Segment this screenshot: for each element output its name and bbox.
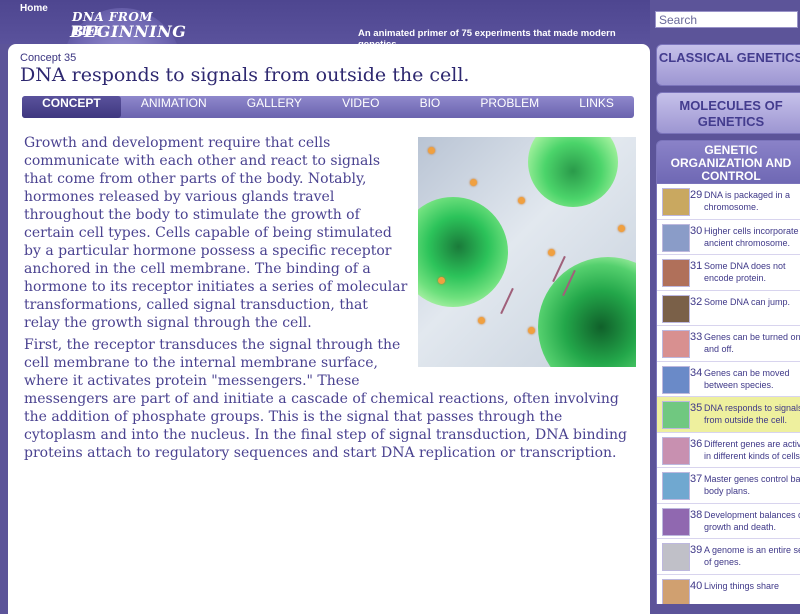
concept-number: 32 [690, 295, 703, 308]
concept-body: Growth and development require that cell… [24, 134, 636, 466]
concept-number: 35 [690, 402, 703, 414]
hormone-dot [548, 249, 555, 256]
logo-text-main: BEGINNING [70, 22, 187, 41]
hormone-dot [518, 197, 525, 204]
concept-title: Genes can be moved between species. [704, 367, 790, 390]
concept-title: DNA is packaged in a chromosome. [704, 190, 791, 212]
hormone-dot [618, 225, 625, 232]
concept-thumbnail [662, 472, 690, 500]
home-link[interactable]: Home [20, 3, 48, 14]
hormone-dot [470, 179, 477, 186]
hormone-dot [478, 317, 485, 324]
concept-number: 38 [690, 508, 703, 521]
concept-thumbnail [662, 259, 690, 287]
cell-graphic [418, 197, 508, 307]
section-tabs: CONCEPT ANIMATION GALLERY VIDEO BIO PROB… [22, 96, 634, 118]
tab-bio[interactable]: BIO [400, 96, 461, 118]
concept-title: Development balances cell growth and dea… [704, 509, 800, 532]
concept-list-item[interactable]: 31 Some DNA does not encode protein. [657, 255, 800, 291]
concept-title: A genome is an entire set of genes. [704, 545, 800, 567]
concept-number: 36 [690, 437, 703, 450]
receptor-graphic [500, 287, 514, 315]
concept-title: Master genes control basic body plans. [704, 474, 800, 496]
concept-number: 40 [690, 579, 703, 592]
concept-number: 31 [690, 260, 703, 272]
concept-thumbnail [662, 436, 690, 465]
site-header: Home DNA FROM THE BEGINNING An animated … [0, 0, 650, 78]
concept-number: 37 [690, 473, 703, 485]
concept-thumbnail [662, 401, 690, 429]
page-title: DNA responds to signals from outside the… [20, 64, 470, 86]
concept-thumbnail [662, 294, 690, 323]
concept-title: Some DNA can jump. [704, 296, 791, 307]
concept-list-item[interactable]: 35 DNA responds to signals from outside t… [657, 397, 800, 433]
hormone-dot [528, 327, 535, 334]
concept-title: Living things share [704, 580, 780, 591]
section-classical-genetics[interactable]: Classical Genetics [656, 44, 800, 86]
concept-title: Some DNA does not encode protein. [704, 261, 786, 283]
concept-list-item[interactable]: 38Development balances cell growth and d… [657, 504, 800, 539]
concept-list-item[interactable]: 32 Some DNA can jump. [657, 291, 800, 326]
concept-thumbnail [662, 365, 690, 394]
concept-list: 29 DNA is packaged in a chromosome. 30 High… [656, 184, 800, 604]
tab-problem[interactable]: PROBLEM [460, 96, 559, 118]
concept-list-item[interactable]: 34 Genes can be moved between species. [657, 362, 800, 397]
cell-graphic [528, 137, 618, 207]
concept-number: Concept 35 [20, 52, 77, 64]
concept-list-item[interactable]: 30Higher cells incorporate an ancient ch… [657, 220, 800, 255]
concept-thumbnail [662, 223, 690, 252]
concept-thumbnail [662, 543, 690, 571]
concept-number: 39 [690, 544, 703, 556]
concept-number: 29 [690, 189, 703, 201]
concept-illustration [418, 137, 636, 367]
tab-gallery[interactable]: GALLERY [227, 96, 322, 118]
cell-graphic [538, 257, 636, 367]
concept-title: Higher cells incorporate an ancient chro… [704, 225, 800, 248]
concept-thumbnail [662, 578, 690, 604]
tab-video[interactable]: VIDEO [322, 96, 399, 118]
concept-list-item[interactable]: 37Master genes control basic body plans. [657, 468, 800, 504]
tab-animation[interactable]: ANIMATION [121, 96, 227, 118]
concept-list-item[interactable]: 36 Different genes are active in differen… [657, 433, 800, 468]
concept-list-item[interactable]: 33 Genes can be turned on and off. [657, 326, 800, 362]
section-genetic-organization[interactable]: Genetic Organization and Control [656, 140, 800, 184]
section-molecules-of-genetics[interactable]: Molecules of Genetics [656, 92, 800, 134]
hormone-dot [428, 147, 435, 154]
concept-thumbnail [662, 507, 690, 536]
concept-list-item[interactable]: 29 DNA is packaged in a chromosome. [657, 184, 800, 220]
tab-concept[interactable]: CONCEPT [22, 96, 121, 118]
concept-number: 30 [690, 224, 703, 237]
content-panel: Concept 35 DNA responds to signals from … [8, 44, 650, 614]
concept-list-item[interactable]: 39 A genome is an entire set of genes. [657, 539, 800, 575]
concept-number: 33 [690, 331, 703, 343]
concept-title: Genes can be turned on and off. [704, 332, 800, 354]
hormone-dot [438, 277, 445, 284]
concept-title: DNA responds to signals from outside the… [704, 403, 800, 425]
site-logo[interactable]: DNA FROM THE BEGINNING [62, 2, 186, 78]
tab-links[interactable]: LINKS [559, 96, 634, 118]
concept-thumbnail [662, 330, 690, 358]
concept-title: Different genes are active in different … [704, 438, 800, 461]
search-input[interactable] [655, 11, 798, 28]
concept-number: 34 [690, 366, 703, 379]
concept-thumbnail [662, 188, 690, 216]
